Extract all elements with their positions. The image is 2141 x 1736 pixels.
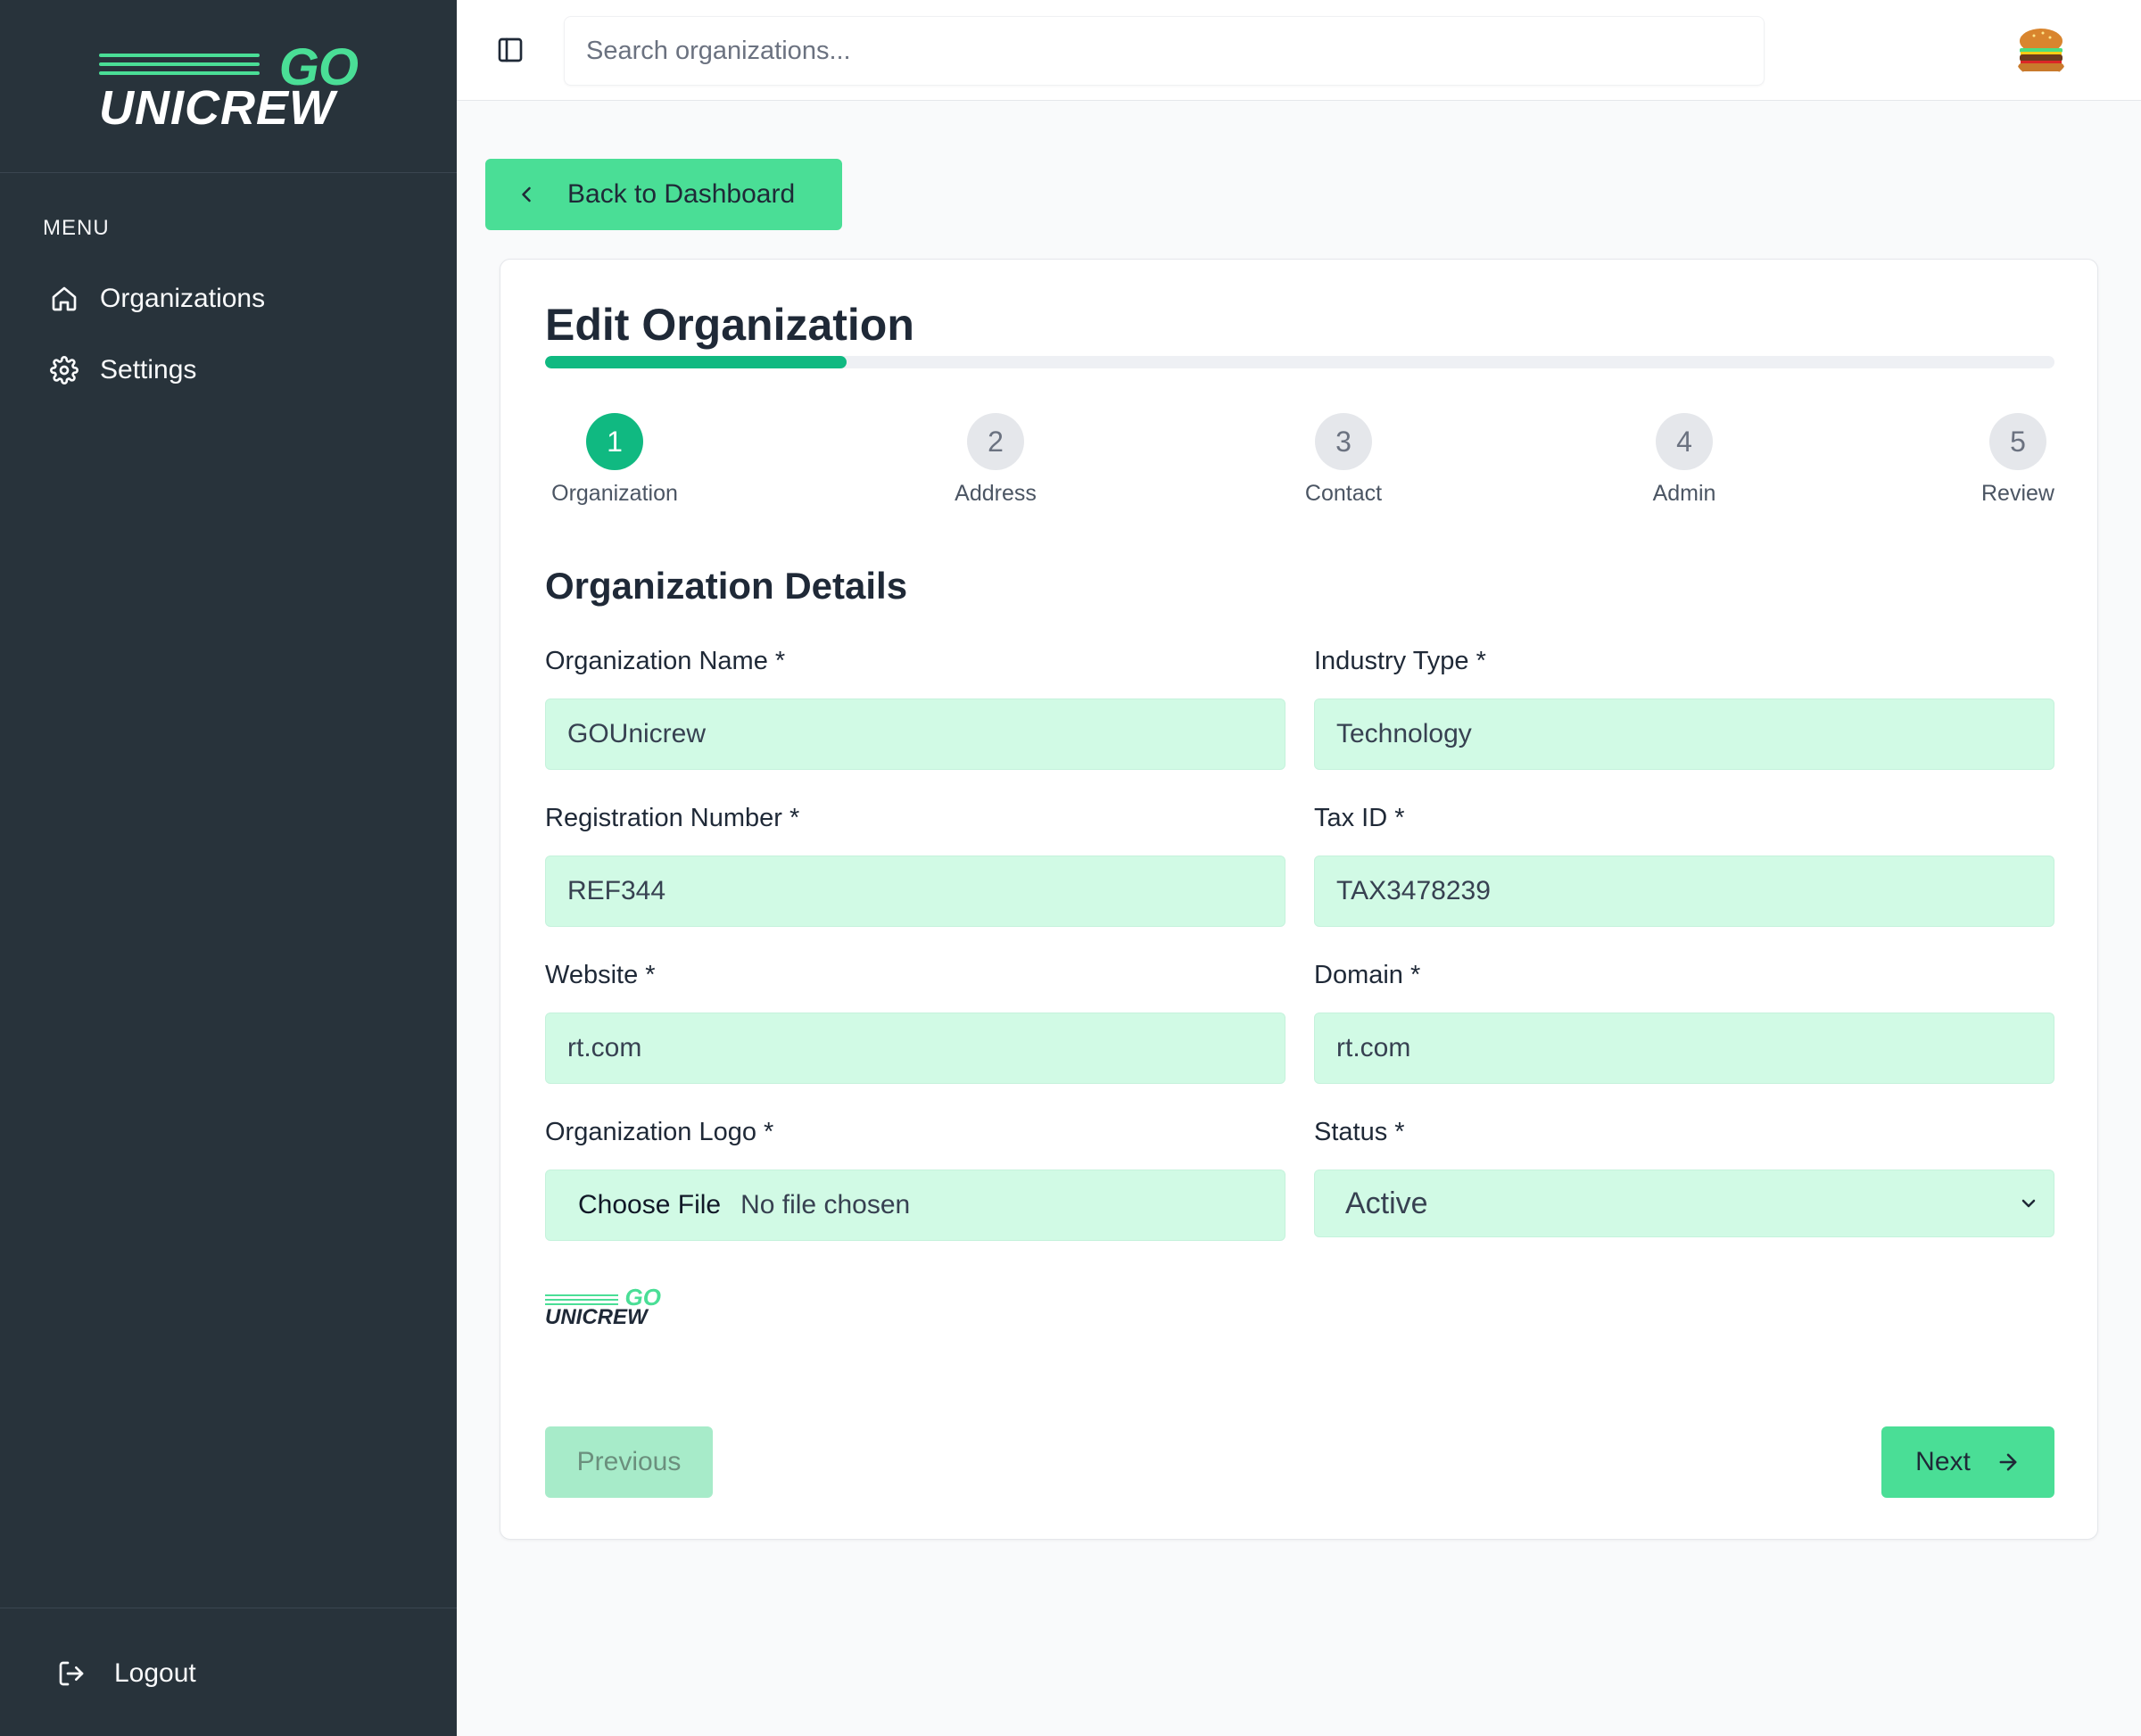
- step-number: 5: [1989, 413, 2046, 470]
- org-logo-label: Organization Logo *: [545, 1118, 774, 1146]
- org-logo-preview: GO UNICREW: [545, 1284, 661, 1329]
- sidebar-item-label: Settings: [100, 355, 197, 384]
- logout-icon: [59, 1661, 84, 1686]
- tax-id-label: Tax ID *: [1314, 804, 1405, 832]
- brand-logo[interactable]: GO UNICREW: [99, 37, 359, 136]
- back-to-dashboard-button[interactable]: Back to Dashboard: [485, 159, 842, 230]
- step-contact[interactable]: 3 Contact: [1294, 413, 1393, 507]
- tax-id-input[interactable]: TAX3478239: [1314, 856, 2054, 927]
- org-name-input[interactable]: GOUnicrew: [545, 699, 1285, 770]
- sidebar-item-settings[interactable]: Settings: [50, 355, 196, 385]
- logout-label: Logout: [114, 1658, 196, 1688]
- sidebar-item-organizations[interactable]: Organizations: [50, 284, 265, 314]
- step-number: 1: [586, 413, 643, 470]
- status-select[interactable]: Active: [1314, 1170, 2054, 1237]
- back-button-label: Back to Dashboard: [567, 179, 796, 209]
- org-logo-file-input[interactable]: Choose File No file chosen: [545, 1170, 1285, 1241]
- industry-type-input[interactable]: Technology: [1314, 699, 2054, 770]
- chevron-down-icon: [2021, 1199, 2036, 1208]
- domain-label: Domain *: [1314, 961, 1421, 989]
- arrow-right-icon: [1999, 1453, 2017, 1471]
- home-icon: [52, 286, 77, 311]
- step-address[interactable]: 2 Address: [947, 413, 1045, 507]
- step-label: Contact: [1304, 481, 1383, 506]
- search-input[interactable]: [564, 16, 1765, 86]
- step-number: 4: [1656, 413, 1713, 470]
- next-button-label: Next: [1915, 1447, 1971, 1476]
- logout-button[interactable]: Logout: [57, 1658, 196, 1689]
- step-label: Review: [1981, 481, 2054, 506]
- website-input[interactable]: rt.com: [545, 1013, 1285, 1084]
- status-select-value: Active: [1345, 1186, 1428, 1220]
- step-admin[interactable]: 4 Admin: [1635, 413, 1733, 507]
- step-review[interactable]: 5 Review: [1978, 413, 2058, 507]
- gear-icon: [50, 356, 79, 384]
- menu-label: MENU: [43, 216, 110, 240]
- domain-input[interactable]: rt.com: [1314, 1013, 2054, 1084]
- previous-button[interactable]: Previous: [545, 1426, 713, 1498]
- progress-bar: [545, 356, 2054, 368]
- sidebar-item-label: Organizations: [100, 284, 266, 313]
- step-number: 3: [1315, 413, 1372, 470]
- file-status-text: No file chosen: [740, 1190, 911, 1219]
- step-number: 2: [967, 413, 1024, 470]
- step-label: Address: [955, 481, 1037, 506]
- step-label: Organization: [551, 481, 678, 506]
- progress-bar-fill: [545, 356, 847, 368]
- sidebar: GO UNICREW MENU Organizations Settings L…: [0, 0, 457, 1736]
- logo-name-text: UNICREW: [99, 80, 335, 135]
- industry-type-label: Industry Type *: [1314, 647, 1486, 675]
- choose-file-button[interactable]: Choose File: [578, 1170, 721, 1240]
- step-label: Admin: [1652, 481, 1716, 506]
- logo-preview-name-text: UNICREW: [545, 1305, 648, 1329]
- edit-organization-card: Edit Organization 1 Organization 2 Addre…: [500, 259, 2098, 1540]
- logo-speed-lines: [99, 53, 260, 80]
- step-organization[interactable]: 1 Organization: [545, 413, 684, 507]
- status-label: Status *: [1314, 1118, 1405, 1146]
- next-button[interactable]: Next: [1881, 1426, 2054, 1498]
- registration-number-input[interactable]: REF344: [545, 856, 1285, 927]
- sidebar-logo-area: GO UNICREW: [0, 0, 457, 173]
- section-title: Organization Details: [545, 565, 908, 607]
- page-title: Edit Organization: [545, 300, 914, 350]
- user-avatar[interactable]: [2013, 21, 2070, 79]
- chevron-left-icon: [522, 186, 531, 203]
- sidebar-toggle-icon[interactable]: [496, 36, 525, 64]
- org-name-label: Organization Name *: [545, 647, 786, 675]
- topbar: [457, 0, 2141, 101]
- registration-number-label: Registration Number *: [545, 804, 800, 832]
- burger-avatar-icon: [2018, 29, 2064, 72]
- sidebar-footer: Logout: [0, 1608, 457, 1736]
- website-label: Website *: [545, 961, 656, 989]
